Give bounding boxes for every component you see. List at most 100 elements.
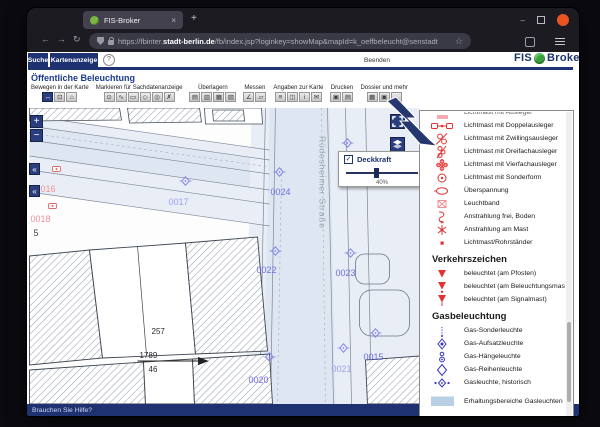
legend-item: Leuchtband xyxy=(420,197,565,210)
fullscreen-icon[interactable] xyxy=(390,114,405,129)
legend-item-label: Gas-Sonderleuchte xyxy=(464,327,523,334)
map-label: 0024 xyxy=(271,187,291,197)
legend-item: Lichtmast mit Doppelausleger xyxy=(420,119,565,132)
overlay-info-icon[interactable]: ▧ xyxy=(225,92,236,102)
opacity-slider[interactable] xyxy=(344,169,420,179)
map-mail-icon[interactable]: ✉ xyxy=(311,92,322,102)
lock-icon[interactable] xyxy=(108,40,114,45)
legend-item: Gas-Sonderleuchte xyxy=(420,324,565,337)
back-icon[interactable]: ← xyxy=(41,34,50,44)
gas-historisch-icon xyxy=(420,376,464,390)
legend-item-label: Anstrahlung am Mast xyxy=(464,226,528,233)
overlay-add-icon[interactable]: ▤ xyxy=(189,92,200,102)
legend-item-label: Erhaltungsbereiche Gasleuchten xyxy=(464,398,563,405)
opacity-panel: ✓ Deckkraft 40% xyxy=(338,151,426,187)
legend-item-label: Anstrahlung frei, Boden xyxy=(464,213,535,220)
full-extent-icon[interactable]: ⌂ xyxy=(66,92,77,102)
beenden-link[interactable]: Beenden xyxy=(364,57,390,64)
maximize-button[interactable]: □ xyxy=(537,16,545,24)
map-label: 1789 xyxy=(140,351,158,360)
zoom-out-button[interactable]: − xyxy=(30,129,43,142)
anstrahlung-frei-icon xyxy=(420,210,464,224)
map-label: 257 xyxy=(152,327,166,336)
reload-icon[interactable]: ↻ xyxy=(73,34,81,45)
lamp-ausleger-icon xyxy=(420,112,464,120)
measure-distance-icon[interactable]: ∠ xyxy=(243,92,254,102)
more-icon[interactable]: … xyxy=(391,92,402,102)
tab-suche[interactable]: Suche xyxy=(28,53,48,67)
legend-item: beleuchtet (am Signalmast) xyxy=(420,293,565,306)
legend-item: Gas-Reihenleuchte xyxy=(420,363,565,376)
extensions-icon[interactable] xyxy=(525,37,535,47)
globe-icon xyxy=(534,53,545,64)
new-tab-button[interactable]: + xyxy=(191,14,197,24)
vz-pfosten-icon xyxy=(420,267,464,281)
slider-handle[interactable] xyxy=(374,168,379,178)
map-label: 46 xyxy=(149,365,158,374)
help-link[interactable]: Brauchen Sie Hilfe? xyxy=(32,407,92,414)
fis-broker-logo: FIS Broker xyxy=(514,52,579,64)
legend-item: Gas-Aufsatzleuchte xyxy=(420,337,565,350)
legend-vertical-scrollbar[interactable] xyxy=(566,112,572,416)
header-divider xyxy=(28,67,573,70)
toolbar-group: Angaben zur Karte≡◫i✉ xyxy=(273,85,323,102)
collapse-panel-button[interactable]: « xyxy=(29,163,40,175)
select-rect-icon[interactable]: ▭ xyxy=(128,92,139,102)
print-icon[interactable]: ▣ xyxy=(330,92,341,102)
legend-item: Lichtmast mit Sonderform xyxy=(420,171,565,184)
overlay-list-icon[interactable]: ▥ xyxy=(201,92,212,102)
window-close-button[interactable] xyxy=(557,14,569,26)
toolbar-group: Überlagern▤▥▦▧ xyxy=(189,85,236,102)
pan-icon[interactable]: ↔ xyxy=(42,92,53,102)
layers-icon[interactable] xyxy=(390,137,405,152)
map-label: 0020 xyxy=(249,375,269,385)
legend-item-label: Lichtmast mit Dreifachausleger xyxy=(464,148,557,155)
tracking-shield-icon[interactable] xyxy=(97,37,104,45)
bookmark-star-icon[interactable]: ☆ xyxy=(455,36,463,47)
page-title: Öffentliche Beleuchtung xyxy=(31,73,135,83)
legend-item-label: Leuchtband xyxy=(464,200,500,207)
select-point-icon[interactable]: ⊙ xyxy=(104,92,115,102)
map-copy-icon[interactable]: ◫ xyxy=(287,92,298,102)
legend-item-label: beleuchtet (am Signalmast) xyxy=(464,296,547,303)
legend-item-label: Gas-Reihenleuchte xyxy=(464,366,522,373)
select-radius-icon[interactable]: ◎ xyxy=(152,92,163,102)
url-field[interactable]: https://fbinter.stadt-berlin.de/fb/index… xyxy=(89,33,471,49)
tab-kartenanzeige[interactable]: Kartenanzeige xyxy=(50,53,98,67)
legend-item-label: Lichtmast mit Ausleger xyxy=(464,112,532,116)
tab-close-icon[interactable]: × xyxy=(171,16,176,25)
select-line-icon[interactable]: ∿ xyxy=(116,92,127,102)
opacity-checkbox[interactable]: ✓ xyxy=(344,155,353,164)
map-info-icon[interactable]: i xyxy=(299,92,310,102)
select-polygon-icon[interactable]: ◇ xyxy=(140,92,151,102)
overlay-order-icon[interactable]: ▦ xyxy=(213,92,224,102)
dossier-icon[interactable]: ▦ xyxy=(367,92,378,102)
map-label: 5 xyxy=(34,228,39,238)
save-icon[interactable]: ▣ xyxy=(379,92,390,102)
toolbar-group-label: Überlagern xyxy=(198,85,228,91)
lamp-zwillingsausleger-icon xyxy=(420,132,464,146)
browser-urlbar: ← → ↻ https://fbinter.stadt-berlin.de/fb… xyxy=(27,30,579,53)
minimize-button[interactable]: – xyxy=(521,16,525,25)
select-clear-icon[interactable]: ✗ xyxy=(164,92,175,102)
menu-icon[interactable] xyxy=(555,38,565,47)
map-label: 0015 xyxy=(364,352,384,362)
toolbar-group: Bewegen in der Karte↔⊡⌂ xyxy=(31,85,89,102)
vz-beleuchtungsmast-icon xyxy=(420,280,464,294)
toolbar-group: Drucken▣▤ xyxy=(330,85,353,102)
zoom-window-icon[interactable]: ⊡ xyxy=(54,92,65,102)
help-icon[interactable]: ? xyxy=(103,54,115,66)
toolbar-group-label: Angaben zur Karte xyxy=(273,85,323,91)
map-legend-icon[interactable]: ≡ xyxy=(275,92,286,102)
browser-titlebar: FIS-Broker × + – □ xyxy=(27,8,579,30)
rohrstaender-icon xyxy=(420,236,464,250)
collapse-panel-button-2[interactable]: « xyxy=(29,185,40,197)
toolbar-group: Markieren für Sachdatenanzeige⊙∿▭◇◎✗ xyxy=(96,85,183,102)
print-settings-icon[interactable]: ▤ xyxy=(342,92,353,102)
measure-area-icon[interactable]: ▱ xyxy=(255,92,266,102)
zoom-in-button[interactable]: + xyxy=(30,115,43,128)
toolbar-group-label: Drucken xyxy=(331,85,353,91)
toolbar-group: Dossier und mehr▦▣… xyxy=(360,85,407,102)
forward-icon[interactable]: → xyxy=(57,34,66,44)
browser-tab[interactable]: FIS-Broker × xyxy=(83,11,183,29)
